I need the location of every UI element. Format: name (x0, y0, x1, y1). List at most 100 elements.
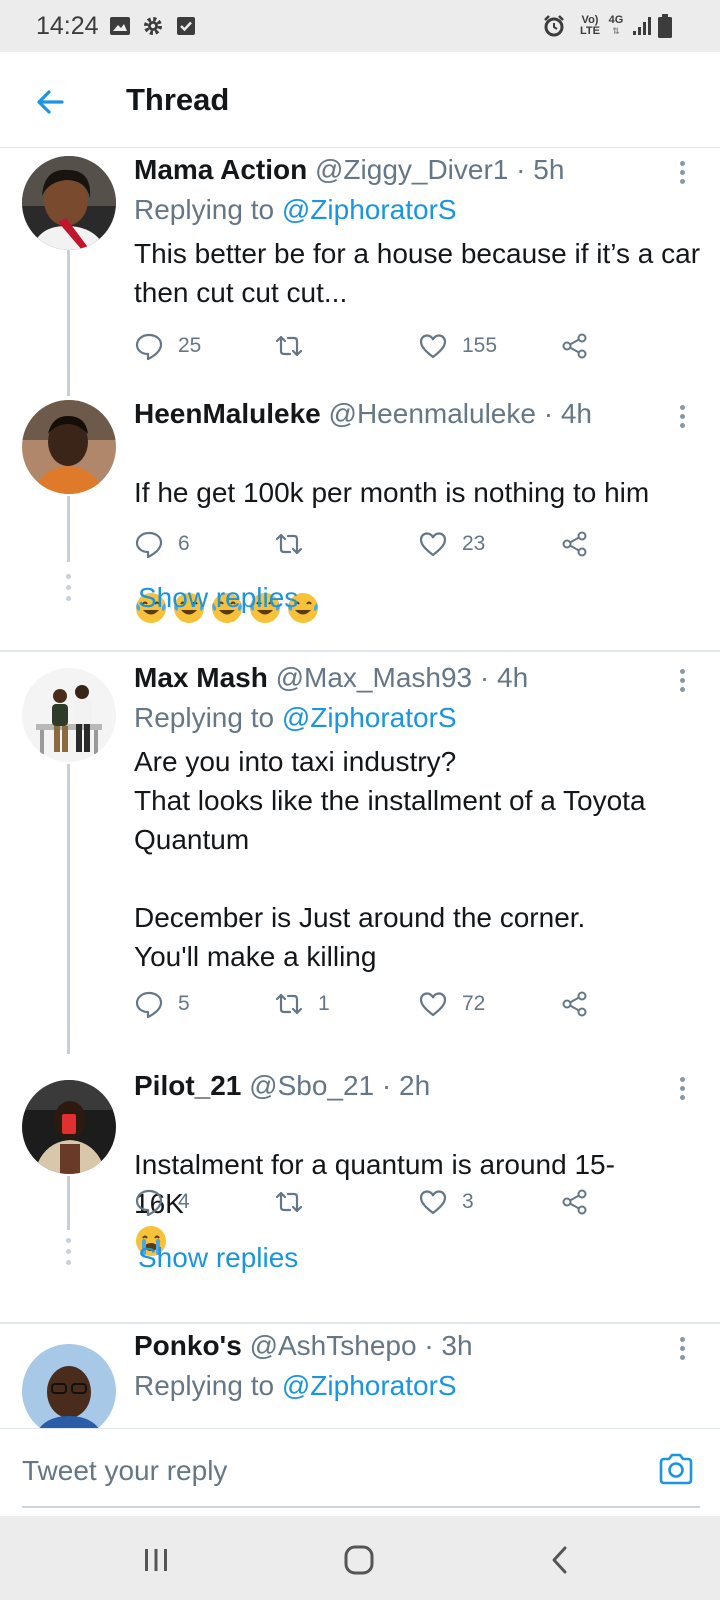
show-replies-link[interactable]: Show replies (138, 1242, 298, 1274)
avatar[interactable] (22, 1344, 116, 1428)
tweet-heenmaluleke[interactable]: HeenMaluleke @Heenmaluleke · 4h If he ge… (0, 398, 720, 650)
reply-icon (135, 991, 163, 1019)
reply-count: 25 (178, 334, 202, 357)
avatar[interactable] (22, 156, 116, 250)
tweet-mama-action[interactable]: Mama Action @Ziggy_Diver1 · 5h Replying … (0, 150, 720, 398)
more-options-icon[interactable] (672, 666, 692, 696)
replying-prefix: Replying to (134, 194, 282, 225)
android-nav-bar (0, 1516, 720, 1600)
tweet-actions: 4 3 (134, 1184, 614, 1220)
reply-button[interactable]: 5 (134, 986, 190, 1022)
author-name[interactable]: Mama Action (134, 154, 307, 185)
thread-more-dots (66, 1238, 71, 1271)
retweet-button[interactable] (274, 328, 318, 364)
author-handle: @AshTshepo · 3h (249, 1334, 473, 1361)
tweet-actions: 6 23 (134, 526, 614, 562)
replying-mention[interactable]: @ZiphoratorS (282, 194, 457, 225)
tweet-max-mash[interactable]: Max Mash @Max_Mash93 · 4h Replying to @Z… (0, 662, 720, 1054)
thread-separator (0, 1322, 720, 1324)
like-count: 72 (462, 992, 486, 1015)
retweet-button[interactable]: 1 (274, 986, 330, 1022)
network-label: 4G (608, 14, 624, 26)
like-count: 155 (462, 334, 498, 357)
like-button[interactable]: 72 (418, 986, 485, 1022)
thread-line (67, 1176, 70, 1230)
more-options-icon[interactable] (672, 402, 692, 432)
author-name[interactable]: Max Mash (134, 662, 268, 693)
avatar[interactable] (22, 668, 116, 762)
replying-to: Replying to @ZiphoratorS (134, 1370, 457, 1402)
back-icon[interactable] (540, 1540, 580, 1580)
share-button[interactable] (560, 526, 590, 562)
thread-more-dots (66, 574, 71, 607)
share-button[interactable] (560, 1184, 590, 1220)
share-button[interactable] (560, 328, 590, 364)
tweet-actions: 25 155 (134, 328, 614, 364)
thread-line (67, 250, 70, 396)
thread-line (67, 496, 70, 562)
share-icon (562, 531, 587, 557)
home-icon[interactable] (339, 1540, 379, 1580)
heart-icon (419, 1190, 447, 1215)
battery-icon (658, 14, 672, 38)
reply-count: 5 (178, 992, 190, 1015)
more-options-icon[interactable] (672, 158, 692, 188)
tweet-reply-input[interactable] (22, 1449, 622, 1493)
more-options-icon[interactable] (672, 1334, 692, 1364)
checkbox-icon (177, 17, 195, 35)
heart-icon (419, 334, 447, 359)
author-name[interactable]: Pilot_21 (134, 1070, 241, 1101)
share-icon (562, 991, 587, 1017)
replying-to: Replying to @ZiphoratorS (134, 702, 457, 734)
tweet-header: Mama Action @Ziggy_Diver1 · 5h (134, 154, 564, 186)
avatar[interactable] (22, 400, 116, 494)
gear-icon (144, 17, 162, 35)
tweet-header: Ponko's @AshTshepo · 3h (134, 1334, 473, 1362)
reply-icon (135, 1189, 163, 1217)
like-button[interactable]: 155 (418, 328, 497, 364)
author-handle: @Max_Mash93 · 4h (275, 662, 529, 693)
replying-mention[interactable]: @ZiphoratorS (282, 1370, 457, 1401)
volte-icon: Vo) LTE (577, 15, 603, 37)
author-handle: @Ziggy_Diver1 · 5h (315, 154, 565, 185)
share-button[interactable] (560, 986, 590, 1022)
author-handle: @Sbo_21 · 2h (249, 1070, 431, 1101)
author-name[interactable]: Ponko's (134, 1334, 242, 1361)
like-button[interactable]: 3 (418, 1184, 474, 1220)
tweet-header: Pilot_21 @Sbo_21 · 2h (134, 1070, 430, 1102)
thread-separator (0, 650, 720, 652)
retweet-button[interactable] (274, 1184, 318, 1220)
replying-to: Replying to @ZiphoratorS (134, 194, 457, 226)
status-bar: 14:24 Vo) LTE 4G ⇅ (0, 0, 720, 52)
replying-prefix: Replying to (134, 1370, 282, 1401)
thread-header: Thread (0, 52, 720, 148)
reply-composer (0, 1428, 720, 1516)
show-replies-link[interactable]: Show replies (138, 582, 298, 614)
replying-mention[interactable]: @ZiphoratorS (282, 702, 457, 733)
tweet-header: Max Mash @Max_Mash93 · 4h (134, 662, 528, 694)
status-time: 14:24 (36, 12, 99, 40)
tweet-header: HeenMaluleke @Heenmaluleke · 4h (134, 398, 592, 430)
tweet-pilot-21[interactable]: Pilot_21 @Sbo_21 · 2h Instalment for a q… (0, 1064, 720, 1322)
tweet-text: This better be for a house because if it… (134, 238, 701, 308)
reply-button[interactable]: 6 (134, 526, 190, 562)
author-name[interactable]: HeenMaluleke (134, 398, 321, 429)
tweet-text: Are you into taxi industry? That looks l… (134, 746, 646, 972)
avatar[interactable] (22, 1080, 116, 1174)
more-options-icon[interactable] (672, 1074, 692, 1104)
retweet-icon (275, 1191, 303, 1213)
reply-icon (135, 531, 163, 559)
heart-icon (419, 532, 447, 557)
arrow-left-icon[interactable] (30, 82, 70, 122)
retweet-button[interactable] (274, 526, 318, 562)
tweet-ponkos[interactable]: Ponko's @AshTshepo · 3h Replying to @Zip… (0, 1334, 720, 1428)
camera-icon[interactable] (656, 1449, 696, 1489)
heart-icon (419, 992, 447, 1017)
alarm-icon (544, 15, 564, 37)
recent-apps-icon[interactable] (136, 1540, 176, 1580)
like-button[interactable]: 23 (418, 526, 485, 562)
reply-button[interactable]: 25 (134, 328, 201, 364)
reply-button[interactable]: 4 (134, 1184, 190, 1220)
replying-prefix: Replying to (134, 702, 282, 733)
tweet-actions: 5 1 72 (134, 986, 614, 1022)
